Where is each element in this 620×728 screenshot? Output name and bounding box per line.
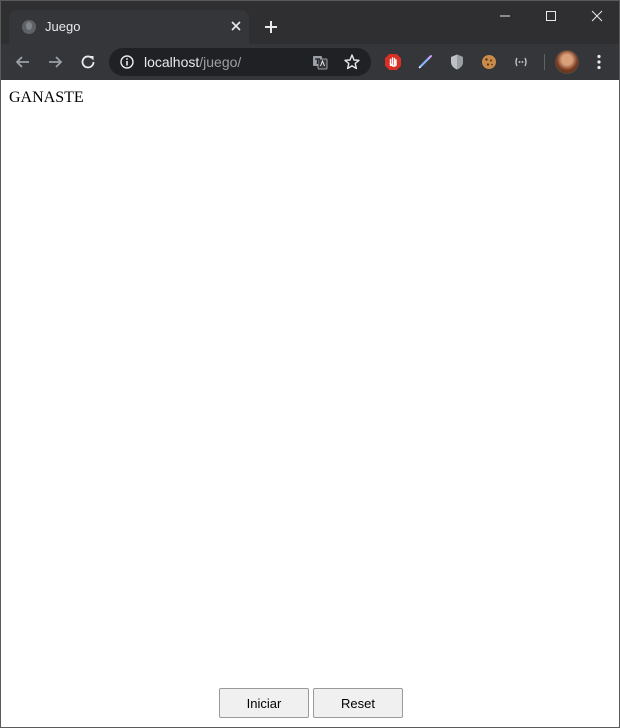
close-icon: [591, 10, 603, 22]
maximize-button[interactable]: [528, 1, 574, 31]
tab-title: Juego: [45, 19, 81, 34]
reload-icon: [81, 55, 95, 69]
address-bar[interactable]: localhost/juego/: [109, 48, 371, 76]
toolbar-separator: [544, 54, 545, 70]
globe-icon: [22, 20, 36, 34]
translate-icon[interactable]: [312, 54, 328, 70]
reload-button[interactable]: [75, 49, 101, 75]
tab-juego[interactable]: Juego: [9, 10, 249, 44]
cookie-icon[interactable]: [480, 53, 498, 71]
pen-icon[interactable]: [416, 53, 434, 71]
new-tab-button[interactable]: [259, 15, 283, 39]
forward-button[interactable]: [42, 49, 68, 75]
arrow-left-icon: [15, 56, 29, 68]
tab-strip: Juego: [1, 1, 619, 44]
code-icon[interactable]: [512, 53, 530, 71]
url-host: localhost: [144, 54, 200, 70]
shield-icon[interactable]: [448, 53, 466, 71]
minimize-icon: [500, 15, 510, 17]
kebab-menu-icon[interactable]: [590, 53, 608, 71]
star-icon[interactable]: [343, 53, 361, 71]
maximize-icon: [546, 11, 556, 21]
browser-toolbar: localhost/juego/: [1, 44, 619, 80]
minimize-button[interactable]: [482, 1, 528, 31]
adblock-hand-icon[interactable]: [384, 53, 402, 71]
close-icon[interactable]: [227, 17, 245, 35]
back-button[interactable]: [10, 49, 36, 75]
browser-window: Juego localhost/juego/ GANASTE Iniciar R…: [0, 0, 620, 728]
arrow-right-icon: [49, 56, 63, 68]
plus-icon: [265, 21, 277, 33]
info-icon[interactable]: [120, 55, 134, 69]
game-status-text: GANASTE: [9, 89, 84, 106]
start-button[interactable]: Iniciar: [219, 688, 309, 718]
url-text[interactable]: localhost/juego/: [144, 54, 241, 70]
reset-button[interactable]: Reset: [313, 688, 403, 718]
window-close-button[interactable]: [574, 1, 619, 31]
avatar[interactable]: [555, 50, 579, 74]
page-content: GANASTE Iniciar Reset: [1, 80, 619, 727]
url-path: /juego/: [199, 54, 242, 70]
